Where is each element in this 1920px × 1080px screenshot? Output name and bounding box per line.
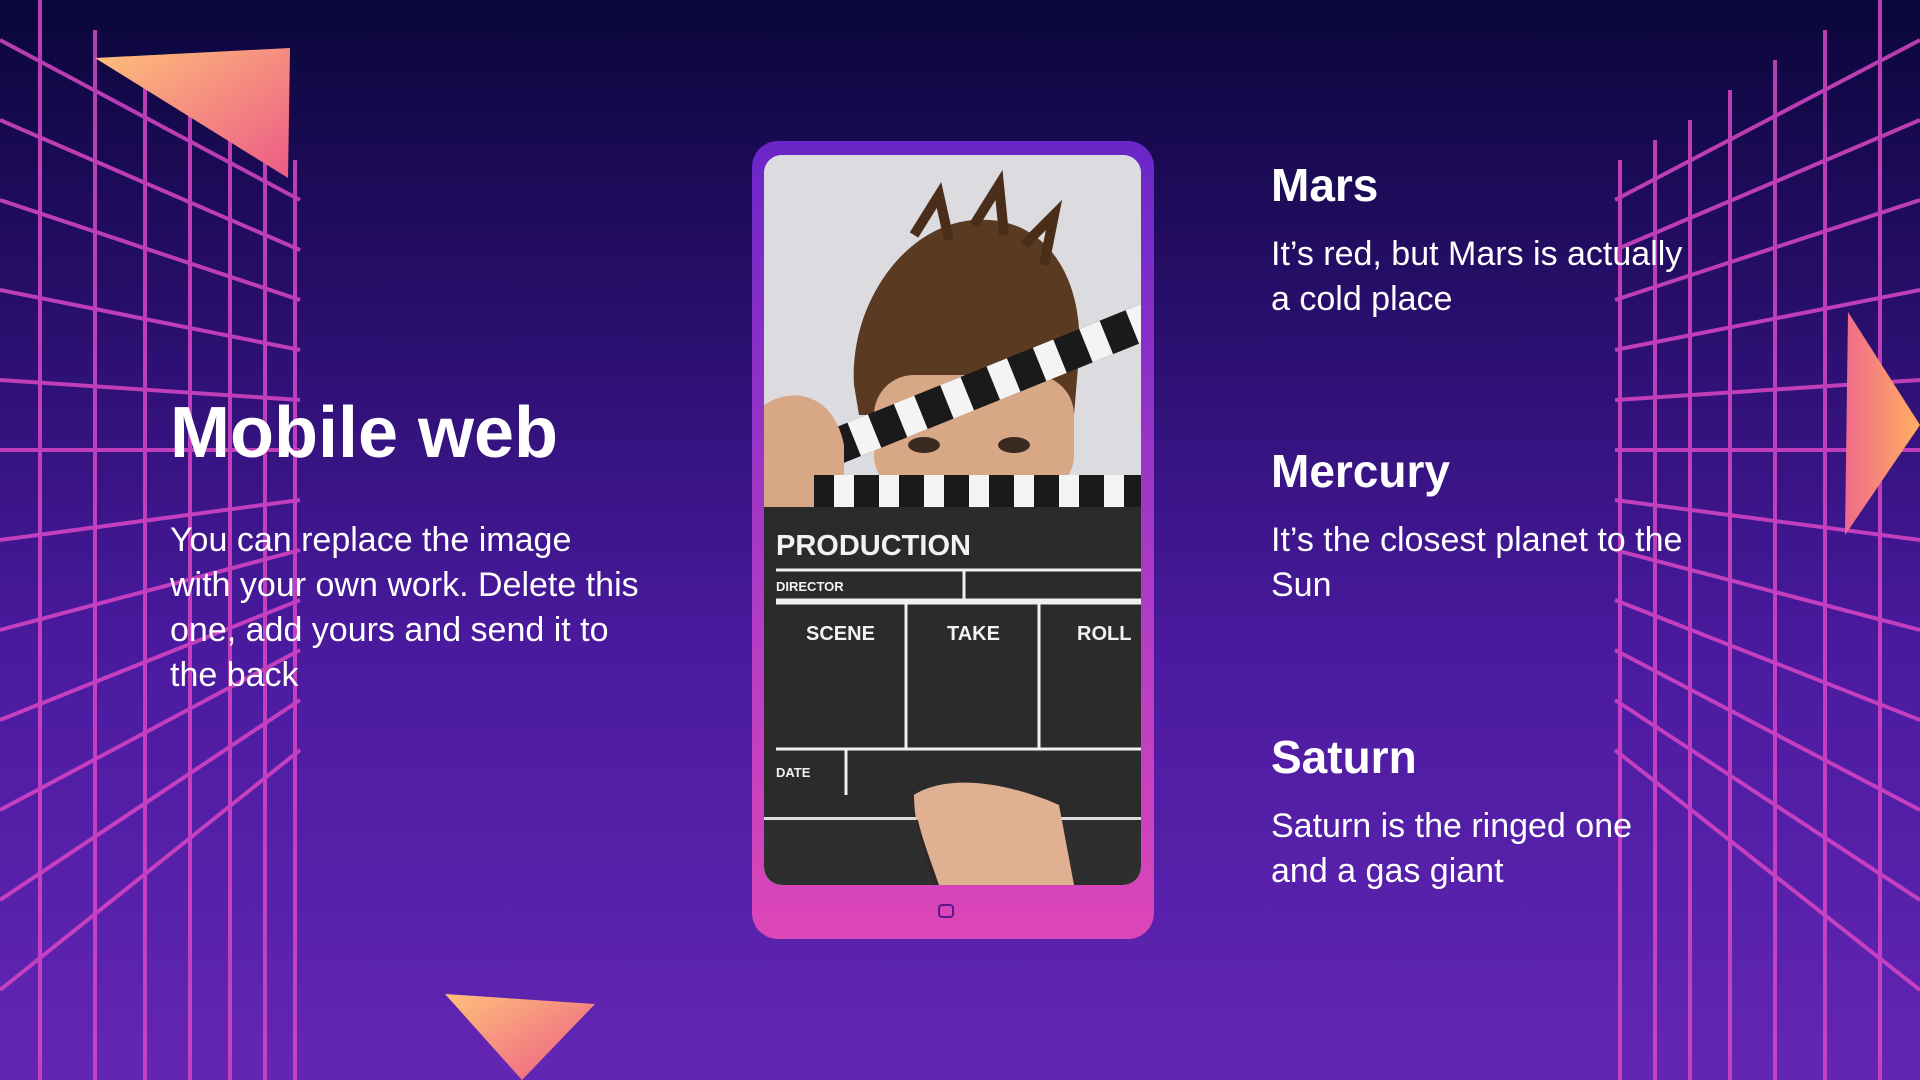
planet-description-mars: It’s red, but Mars is actually a cold pl… <box>1271 235 1683 318</box>
slide-description: You can replace the image with your own … <box>170 521 639 694</box>
planet-title-mars: Mars <box>1271 159 1379 211</box>
production-label: PRODUCTION <box>776 530 971 562</box>
scene-label: SCENE <box>806 623 875 645</box>
phone-mockup: PRODUCTION DIRECTOR SCENE TAKE ROLL DATE <box>752 141 1154 939</box>
slide-title: Mobile web <box>170 393 559 473</box>
planet-title-saturn: Saturn <box>1271 731 1417 783</box>
triangle-top-left <box>95 48 290 178</box>
date-label: DATE <box>776 765 811 780</box>
take-label: TAKE <box>947 623 1000 645</box>
planet-title-mercury: Mercury <box>1271 445 1450 497</box>
clapperboard-photo: PRODUCTION DIRECTOR SCENE TAKE ROLL DATE <box>764 155 1141 885</box>
phone-home-button-icon <box>938 904 954 918</box>
planet-description-saturn: Saturn is the ringed one and a gas giant <box>1271 807 1633 890</box>
planet-description-mercury: It’s the closest planet to the Sun <box>1271 521 1683 604</box>
director-label: DIRECTOR <box>776 579 844 594</box>
phone-screen: PRODUCTION DIRECTOR SCENE TAKE ROLL DATE <box>764 155 1141 885</box>
triangle-bottom <box>445 994 595 1080</box>
triangle-right <box>1845 312 1920 535</box>
roll-label: ROLL <box>1077 623 1131 645</box>
